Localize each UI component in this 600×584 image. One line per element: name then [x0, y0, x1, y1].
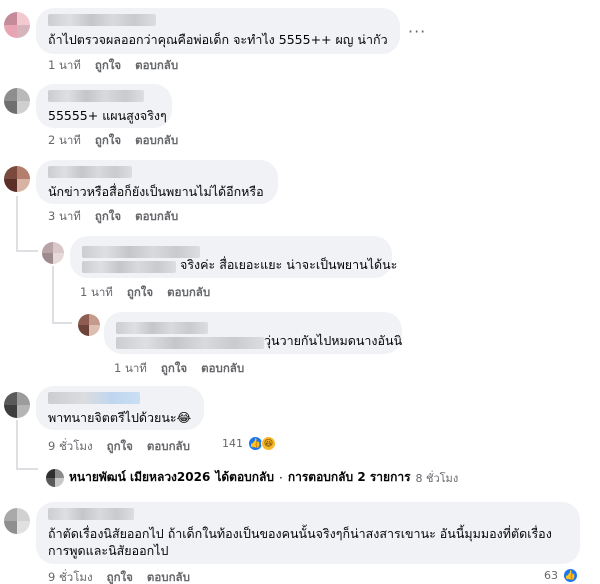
- reply-time[interactable]: 1 นาที: [80, 284, 113, 302]
- view-replies-link[interactable]: หนายพัฒน์ เมียหลวง2026 ได้ตอบกลับ · การต…: [46, 468, 458, 487]
- reaction-count: 141: [222, 437, 243, 450]
- reaction-summary[interactable]: 63 👍: [544, 568, 578, 583]
- reply-author-avatar: [46, 468, 64, 487]
- comment-time[interactable]: 9 ชั่วโมง: [48, 569, 93, 584]
- reply-button[interactable]: ตอบกลับ: [147, 438, 190, 456]
- thread-line: [16, 468, 38, 470]
- comment-text: ถ้าตัดเรื่องนิสัยออกไป ถ้าเด็กในท้องเป็น…: [48, 526, 552, 558]
- comment-time[interactable]: 1 นาที: [48, 57, 81, 75]
- commenter-name-blurred[interactable]: [48, 166, 266, 179]
- commenter-avatar[interactable]: [4, 508, 30, 534]
- comment-time[interactable]: 9 ชั่วโมง: [48, 438, 93, 456]
- commenter-name-blurred[interactable]: [48, 392, 192, 405]
- comment-bubble: นักข่าวหรือสื่อก็ยังเป็นพยานไม่ได้อีกหรื…: [36, 160, 278, 204]
- haha-reaction-icon: 😆: [261, 436, 276, 451]
- like-button[interactable]: ถูกใจ: [95, 132, 121, 150]
- thread-line: [16, 250, 38, 252]
- reply-author-name[interactable]: หนายพัฒน์ เมียหลวง2026: [69, 468, 210, 487]
- thread-line: [16, 420, 18, 470]
- separator-dot: ·: [279, 470, 283, 485]
- like-button[interactable]: ถูกใจ: [127, 284, 153, 302]
- reply-bubble: จริงค่ะ สื่อเยอะแยะ น่าจะเป็นพยานได้นะ: [70, 236, 397, 278]
- reply-button[interactable]: ตอบกลับ: [147, 569, 190, 584]
- reply-actions: 1 นาที ถูกใจ ตอบกลับ: [80, 284, 210, 302]
- comment-actions: 1 นาที ถูกใจ ตอบกลับ: [48, 57, 178, 75]
- like-button[interactable]: ถูกใจ: [95, 57, 121, 75]
- reply-button[interactable]: ตอบกลับ: [135, 57, 178, 75]
- like-reaction-icon: 👍: [563, 568, 578, 583]
- reply-button[interactable]: ตอบกลับ: [135, 132, 178, 150]
- comment-bubble: 55555+ แผนสูงจริงๆ: [36, 84, 172, 128]
- reply-button[interactable]: ตอบกลับ: [167, 284, 210, 302]
- more-options-icon[interactable]: ···: [408, 22, 426, 41]
- commenter-avatar[interactable]: [4, 392, 30, 418]
- commenter-avatar[interactable]: [4, 166, 30, 192]
- reply-button[interactable]: ตอบกลับ: [201, 360, 244, 378]
- commenter-name-blurred[interactable]: [48, 14, 388, 27]
- reply-actions: 1 นาที ถูกใจ ตอบกลับ: [114, 360, 244, 378]
- commenter-name-blurred[interactable]: [48, 90, 160, 103]
- reply-summary-time: 8 ชั่วโมง: [415, 471, 459, 485]
- commenter-name-blurred[interactable]: [48, 508, 568, 521]
- reaction-count: 63: [544, 569, 558, 582]
- commenter-avatar[interactable]: [4, 88, 30, 114]
- comment-bubble: พาทนายจิตตรีไปด้วยนะ😂: [36, 386, 204, 430]
- comment-actions: 2 นาที ถูกใจ ตอบกลับ: [48, 132, 178, 150]
- like-button[interactable]: ถูกใจ: [161, 360, 187, 378]
- comment-text: ถ้าไปตรวจผลออกว่าคุณคือพ่อเด็ก จะทำไง 55…: [48, 32, 388, 47]
- thread-line: [52, 266, 54, 324]
- reply-action-text: ได้ตอบกลับ: [215, 470, 275, 484]
- comment-time[interactable]: 3 นาที: [48, 208, 81, 226]
- reply-button[interactable]: ตอบกลับ: [135, 208, 178, 226]
- like-button[interactable]: ถูกใจ: [95, 208, 121, 226]
- reply-count-text[interactable]: การตอบกลับ 2 รายการ: [288, 468, 411, 487]
- reply-avatar[interactable]: [78, 314, 100, 336]
- reply-bubble: วุ่นวายกันไปหมดนางอันนิ: [104, 312, 402, 354]
- thread-line: [52, 322, 72, 324]
- comment-text: พาทนายจิตตรีไปด้วยนะ😂: [48, 410, 192, 425]
- comment-text: 55555+ แผนสูงจริงๆ: [48, 108, 167, 123]
- comment-bubble: ถ้าไปตรวจผลออกว่าคุณคือพ่อเด็ก จะทำไง 55…: [36, 8, 400, 54]
- comment-bubble: ถ้าตัดเรื่องนิสัยออกไป ถ้าเด็กในท้องเป็น…: [36, 502, 580, 564]
- comment-actions: 9 ชั่วโมง ถูกใจ ตอบกลับ: [48, 569, 190, 584]
- like-button[interactable]: ถูกใจ: [107, 569, 133, 584]
- reaction-summary[interactable]: 141 👍 😆: [222, 436, 276, 451]
- comment-time[interactable]: 2 นาที: [48, 132, 81, 150]
- comment-actions: 3 นาที ถูกใจ ตอบกลับ: [48, 208, 178, 226]
- like-button[interactable]: ถูกใจ: [107, 438, 133, 456]
- reply-avatar[interactable]: [42, 242, 64, 264]
- thread-line: [16, 196, 18, 252]
- comment-text: นักข่าวหรือสื่อก็ยังเป็นพยานไม่ได้อีกหรื…: [48, 184, 264, 199]
- commenter-avatar[interactable]: [4, 12, 30, 38]
- comment-actions: 9 ชั่วโมง ถูกใจ ตอบกลับ: [48, 438, 190, 456]
- reply-time[interactable]: 1 นาที: [114, 360, 147, 378]
